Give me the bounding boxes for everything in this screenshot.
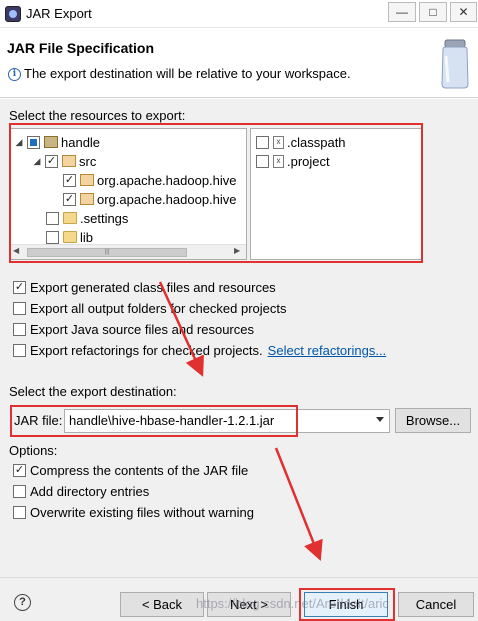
header-message: The export destination will be relative … bbox=[24, 66, 351, 81]
options-label: Options: bbox=[9, 443, 58, 458]
close-button[interactable]: ✕ bbox=[450, 2, 477, 22]
page-title: JAR File Specification bbox=[7, 40, 155, 56]
checkbox[interactable] bbox=[13, 322, 26, 336]
file-item-classpath[interactable]: x .classpath bbox=[256, 133, 346, 151]
option-label: Export refactorings for checked projects… bbox=[30, 342, 263, 358]
jar-file-value: handle\hive-hbase-handler-1.2.1.jar bbox=[69, 413, 275, 428]
tree-checkbox-lib[interactable] bbox=[46, 230, 59, 244]
minimize-button[interactable]: — bbox=[388, 2, 416, 22]
resource-tree[interactable]: ◢ handle ◢ ✓ src ✓ org.apache.hadoop.hiv… bbox=[9, 128, 247, 260]
jar-file-combo[interactable]: handle\hive-hbase-handler-1.2.1.jar bbox=[64, 409, 390, 433]
browse-button[interactable]: Browse... bbox=[395, 408, 471, 433]
checkbox[interactable]: ✓ bbox=[13, 463, 26, 477]
file-icon: x bbox=[273, 135, 284, 149]
file-item-label: .project bbox=[287, 153, 330, 169]
back-button[interactable]: < Back bbox=[120, 592, 204, 617]
package-icon bbox=[80, 193, 94, 205]
export-java-source-option[interactable]: Export Java source files and resources bbox=[13, 320, 254, 338]
file-icon: x bbox=[273, 154, 284, 168]
tree-horizontal-scrollbar[interactable]: ◀ ||| ▶ bbox=[10, 244, 246, 259]
overwrite-option[interactable]: Overwrite existing files without warning bbox=[13, 503, 254, 521]
jar-banner-icon bbox=[441, 39, 469, 89]
info-icon: i bbox=[8, 68, 21, 81]
resource-file-list[interactable]: x .classpath x .project bbox=[250, 128, 422, 260]
file-checkbox-classpath[interactable] bbox=[256, 135, 269, 149]
scroll-right-icon[interactable]: ▶ bbox=[234, 246, 240, 255]
select-refactorings-link[interactable]: Select refactorings... bbox=[268, 343, 387, 358]
export-class-files-option[interactable]: ✓ Export generated class files and resou… bbox=[13, 278, 276, 296]
folder-icon bbox=[63, 231, 77, 243]
checkbox[interactable] bbox=[13, 301, 26, 315]
help-icon[interactable]: ? bbox=[14, 594, 31, 611]
scroll-thumb[interactable]: ||| bbox=[27, 248, 187, 257]
maximize-button[interactable]: □ bbox=[419, 2, 447, 22]
tree-item-label: .settings bbox=[80, 210, 129, 226]
export-output-folders-option[interactable]: Export all output folders for checked pr… bbox=[13, 299, 287, 317]
tree-checkbox-package[interactable]: ✓ bbox=[63, 192, 76, 206]
checkbox[interactable] bbox=[13, 343, 26, 357]
jar-file-label: JAR file: bbox=[14, 413, 63, 428]
window-title: JAR Export bbox=[26, 6, 92, 21]
watermark: https://blog.csdn.net/Arerldoit/aric bbox=[196, 596, 389, 611]
expand-icon[interactable]: ◢ bbox=[32, 156, 42, 167]
folder-icon bbox=[63, 212, 77, 224]
tree-item-label: org.apache.hadoop.hive bbox=[97, 172, 237, 188]
tree-checkbox-src[interactable]: ✓ bbox=[45, 154, 58, 168]
scroll-left-icon[interactable]: ◀ bbox=[13, 246, 19, 255]
tree-checkbox-package[interactable]: ✓ bbox=[63, 173, 76, 187]
chevron-down-icon[interactable] bbox=[376, 417, 384, 422]
tree-item-package[interactable]: ✓ org.apache.hadoop.hive bbox=[63, 190, 237, 208]
checkbox[interactable]: ✓ bbox=[13, 280, 26, 294]
option-label: Add directory entries bbox=[30, 483, 150, 499]
expand-icon[interactable]: ◢ bbox=[14, 137, 24, 148]
tree-item-label: lib bbox=[80, 229, 94, 245]
tree-checkbox-handle[interactable] bbox=[27, 135, 40, 149]
export-refactorings-option[interactable]: Export refactorings for checked projects… bbox=[13, 341, 386, 359]
tree-item-package[interactable]: ✓ org.apache.hadoop.hive bbox=[63, 171, 237, 189]
tree-item-src[interactable]: ◢ ✓ src bbox=[32, 152, 97, 170]
resources-label: Select the resources to export: bbox=[9, 108, 186, 123]
option-label: Overwrite existing files without warning bbox=[30, 504, 254, 520]
destination-label: Select the export destination: bbox=[9, 384, 177, 399]
title-bar: JAR Export — □ ✕ bbox=[0, 0, 478, 28]
tree-item-label: handle bbox=[61, 134, 101, 150]
project-icon bbox=[44, 136, 58, 148]
file-checkbox-project[interactable] bbox=[256, 154, 269, 168]
file-item-project[interactable]: x .project bbox=[256, 152, 330, 170]
checkbox[interactable] bbox=[13, 505, 26, 519]
tree-item-label: org.apache.hadoop.hive bbox=[97, 191, 237, 207]
compress-option[interactable]: ✓ Compress the contents of the JAR file bbox=[13, 461, 248, 479]
tree-checkbox-settings[interactable] bbox=[46, 211, 59, 225]
checkbox[interactable] bbox=[13, 484, 26, 498]
tree-item-handle[interactable]: ◢ handle bbox=[14, 133, 101, 151]
source-folder-icon bbox=[62, 155, 76, 167]
option-label: Export Java source files and resources bbox=[30, 321, 254, 337]
option-label: Compress the contents of the JAR file bbox=[30, 462, 249, 478]
package-icon bbox=[80, 174, 94, 186]
eclipse-app-icon bbox=[5, 6, 21, 22]
add-directory-entries-option[interactable]: Add directory entries bbox=[13, 482, 149, 500]
tree-item-settings[interactable]: .settings bbox=[46, 209, 128, 227]
cancel-button[interactable]: Cancel bbox=[398, 592, 474, 617]
option-label: Export generated class files and resourc… bbox=[30, 279, 276, 295]
tree-item-label: src bbox=[79, 153, 97, 169]
option-label: Export all output folders for checked pr… bbox=[30, 300, 287, 316]
file-item-label: .classpath bbox=[287, 134, 346, 150]
wizard-header: JAR File Specification i The export dest… bbox=[0, 28, 478, 98]
